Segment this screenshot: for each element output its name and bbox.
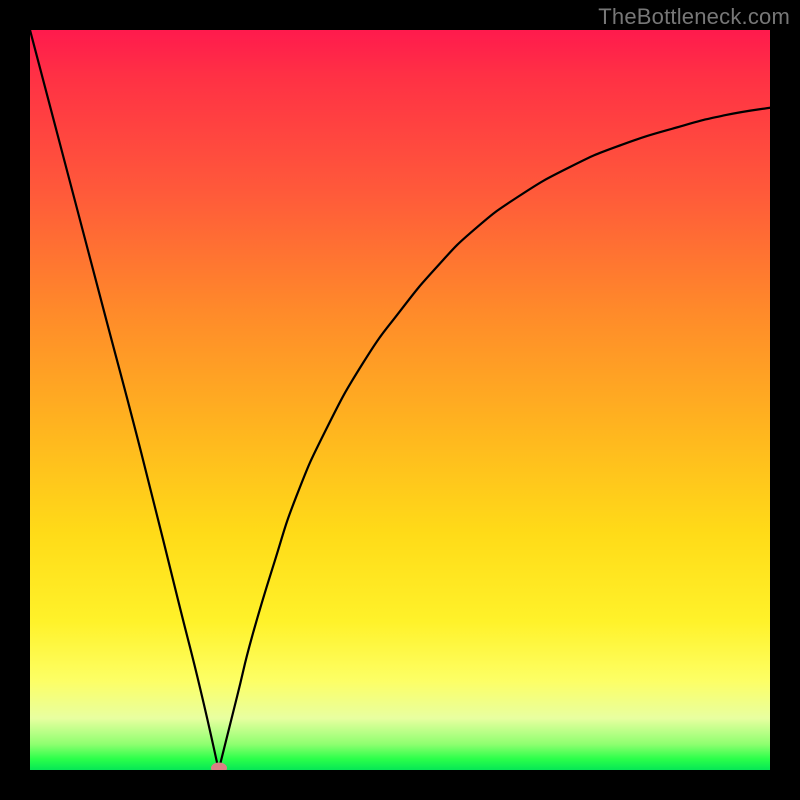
watermark-text: TheBottleneck.com <box>598 4 790 30</box>
plot-area <box>30 30 770 770</box>
chart-frame: TheBottleneck.com <box>0 0 800 800</box>
bottleneck-point-marker <box>211 763 227 771</box>
bottleneck-curve <box>30 30 770 770</box>
